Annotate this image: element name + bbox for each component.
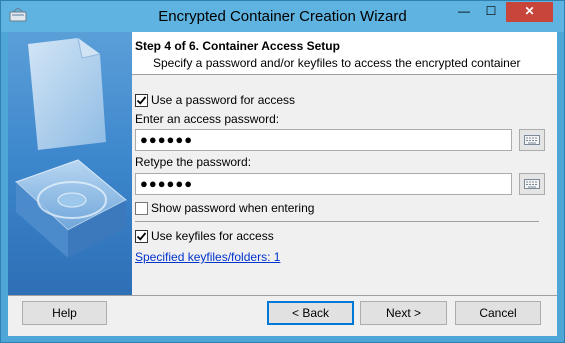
footer-divider [8,295,557,296]
minimize-button[interactable]: — [451,2,477,22]
help-button[interactable]: Help [22,301,107,325]
title-bar[interactable]: Encrypted Container Creation Wizard — ☐ … [1,1,564,32]
use-password-checkbox[interactable] [135,93,148,107]
use-keyfiles-checkbox[interactable] [135,229,148,243]
virtual-keyboard-button[interactable] [519,129,545,151]
back-button[interactable]: < Back [267,301,354,325]
header-divider [132,74,557,75]
wizard-header: Step 4 of 6. Container Access Setup Spec… [132,32,557,74]
section-divider [135,221,539,222]
enter-password-label: Enter an access password: [135,112,280,126]
maximize-button[interactable]: ☐ [478,2,504,22]
close-button[interactable]: ✕ [506,2,553,22]
use-keyfiles-option[interactable]: Use keyfiles for access [135,228,274,244]
password-input[interactable]: ●●●●●● [135,129,512,151]
use-password-option[interactable]: Use a password for access [135,92,295,108]
retype-password-input[interactable]: ●●●●●● [135,173,512,195]
step-subtitle: Specify a password and/or keyfiles to ac… [153,56,521,70]
checkmark-icon [136,95,147,105]
cancel-button[interactable]: Cancel [455,301,541,325]
step-title: Step 4 of 6. Container Access Setup [135,39,340,53]
retype-password-label: Retype the password: [135,155,252,169]
wizard-side-illustration [8,32,132,295]
show-password-checkbox[interactable] [135,201,148,215]
use-keyfiles-label: Use keyfiles for access [151,229,274,243]
keyboard-icon [524,179,540,189]
keyboard-icon [524,135,540,145]
wizard-body: Step 4 of 6. Container Access Setup Spec… [8,32,557,336]
next-button[interactable]: Next > [360,301,447,325]
keyfiles-link[interactable]: Specified keyfiles/folders: 1 [135,250,280,264]
checkmark-icon [136,231,147,241]
virtual-keyboard-button-2[interactable] [519,173,545,195]
show-password-option[interactable]: Show password when entering [135,200,314,216]
show-password-label: Show password when entering [151,201,315,215]
use-password-label: Use a password for access [151,93,296,107]
wizard-window: Encrypted Container Creation Wizard — ☐ … [0,0,565,343]
